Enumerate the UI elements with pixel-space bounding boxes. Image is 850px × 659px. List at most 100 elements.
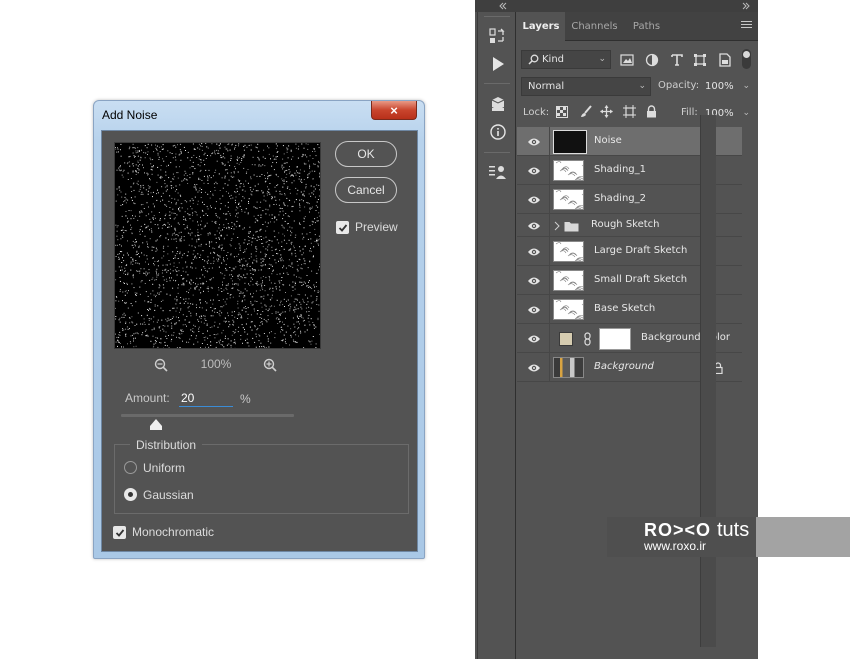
visibility-toggle[interactable] [517, 295, 550, 323]
layer-thumbnail[interactable] [553, 269, 584, 291]
amount-label: Amount: [125, 391, 170, 405]
layer-thumbnail[interactable] [553, 159, 584, 181]
play-action-icon[interactable] [488, 54, 508, 74]
blend-mode-value: Normal [528, 81, 565, 92]
history-icon[interactable] [488, 26, 508, 46]
photoshop-panels: Layers Channels Paths Kind ⌄ Normal ⌄ Op… [475, 0, 758, 659]
visibility-toggle[interactable] [517, 185, 550, 213]
visibility-toggle[interactable] [517, 353, 550, 381]
lock-artboard-icon[interactable] [623, 105, 636, 118]
lock-label: Lock: [523, 107, 550, 118]
layer-thumbnail[interactable] [553, 188, 584, 210]
layer-name: Rough Sketch [591, 218, 660, 230]
filter-kind-value: Kind [542, 54, 565, 65]
eye-icon [527, 166, 541, 176]
layer-name: Background Color [641, 331, 730, 343]
opacity-input[interactable]: 100% ⌄ [699, 77, 755, 96]
layers-scrollbar[interactable] [700, 115, 716, 647]
layer-thumbnail[interactable] [553, 240, 584, 262]
gaussian-label: Gaussian [143, 488, 194, 502]
layer-thumbnail[interactable] [553, 298, 584, 320]
panel-menu-icon[interactable] [741, 21, 752, 30]
gaussian-radio[interactable] [124, 488, 137, 501]
fill-color-swatch[interactable] [559, 331, 573, 346]
layer-name: Shading_2 [594, 192, 646, 204]
visibility-toggle[interactable] [517, 324, 550, 352]
visibility-toggle[interactable] [517, 127, 550, 155]
toolbar-divider [484, 152, 510, 153]
shape-filter-icon[interactable] [692, 52, 708, 68]
blend-mode-dropdown[interactable]: Normal ⌄ [521, 77, 651, 96]
layer-name: Small Draft Sketch [594, 273, 688, 285]
tab-paths[interactable]: Paths [624, 12, 669, 41]
distribution-label: Distribution [130, 438, 203, 452]
zoom-out-icon [154, 358, 168, 372]
eye-icon [527, 221, 541, 231]
lock-pixels-brush-icon[interactable] [579, 105, 592, 118]
close-icon: × [390, 102, 398, 118]
preview-checkbox[interactable] [336, 221, 349, 234]
layer-mask-thumbnail[interactable] [599, 327, 631, 350]
amount-slider-track[interactable] [121, 414, 294, 417]
layer-thumbnail[interactable] [553, 129, 587, 154]
eye-icon [527, 137, 541, 147]
roxo-watermark: RO><O tuts www.roxo.ir [607, 517, 850, 557]
opacity-label: Opacity: [658, 80, 700, 91]
watermark-logo: RO><O [644, 520, 712, 540]
layer-name: Noise [594, 134, 622, 146]
toolbar-divider [484, 83, 510, 84]
distribution-group: Distribution Uniform Gaussian [114, 438, 409, 514]
chevron-right-icon[interactable] [554, 221, 560, 234]
lock-position-move-icon[interactable] [600, 105, 613, 118]
tab-layers[interactable]: Layers [517, 12, 565, 41]
visibility-toggle[interactable] [517, 214, 550, 236]
smart-object-filter-icon[interactable] [717, 52, 733, 68]
checkmark-icon [115, 528, 124, 537]
panel-collapse-bar[interactable] [475, 0, 758, 12]
chevron-down-icon: ⌄ [742, 81, 750, 91]
visibility-toggle[interactable] [517, 156, 550, 184]
watermark-url: www.roxo.ir [644, 539, 707, 553]
checkmark-icon [338, 223, 347, 232]
amount-slider-thumb[interactable] [149, 419, 162, 430]
layer-name: Background [594, 360, 654, 372]
ok-button[interactable]: OK [335, 141, 397, 167]
layer-name: Large Draft Sketch [594, 244, 688, 256]
amount-input[interactable] [179, 390, 233, 407]
adjustment-filter-icon[interactable] [644, 52, 660, 68]
3d-object-icon[interactable] [488, 94, 508, 114]
link-icon[interactable] [583, 331, 592, 349]
monochromatic-label: Monochromatic [132, 525, 215, 539]
chevron-down-icon: ⌄ [598, 54, 606, 64]
uniform-label: Uniform [143, 461, 186, 475]
eye-icon [527, 305, 541, 315]
zoom-in-button[interactable] [262, 357, 278, 373]
zoom-level: 100% [200, 357, 232, 371]
layer-name: Base Sketch [594, 302, 656, 314]
tab-channels[interactable]: Channels [565, 12, 624, 41]
pixel-filter-icon[interactable] [619, 52, 635, 68]
cancel-button[interactable]: Cancel [335, 177, 397, 203]
type-filter-icon[interactable] [669, 52, 685, 68]
visibility-toggle[interactable] [517, 237, 550, 265]
add-noise-dialog: Add Noise × 100% OK Cancel Preview Amoun… [93, 100, 425, 559]
eye-icon [527, 247, 541, 257]
panel-dock-toolbar [477, 12, 516, 659]
zoom-out-button[interactable] [153, 357, 169, 373]
monochromatic-checkbox[interactable] [113, 526, 126, 539]
info-icon[interactable] [488, 122, 508, 142]
noise-preview-image [115, 143, 320, 348]
lock-all-icon[interactable] [646, 105, 657, 118]
uniform-radio[interactable] [124, 461, 137, 474]
dialog-body: 100% OK Cancel Preview Amount: % Distrib… [101, 130, 418, 552]
close-button[interactable]: × [371, 101, 417, 120]
eye-icon [527, 363, 541, 373]
filter-kind-dropdown[interactable]: Kind ⌄ [521, 50, 611, 69]
lock-transparent-icon[interactable] [556, 106, 568, 118]
layer-thumbnail[interactable] [553, 356, 584, 378]
visibility-toggle[interactable] [517, 266, 550, 294]
noise-preview[interactable] [114, 142, 321, 349]
filter-toggle[interactable] [742, 49, 751, 69]
dialog-title: Add Noise [102, 108, 158, 122]
properties-icon[interactable] [488, 162, 508, 182]
